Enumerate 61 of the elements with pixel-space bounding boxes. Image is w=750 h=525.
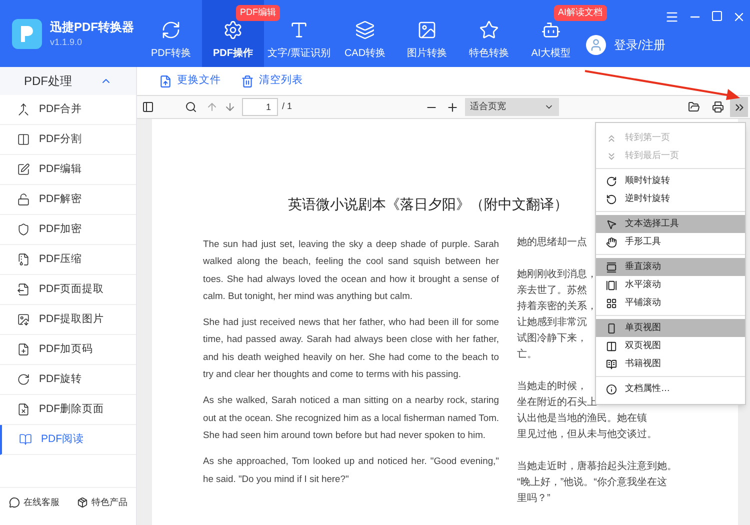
nav-tab[interactable]: 特色转换 [458,20,520,67]
sidebar-item[interactable]: PDF分割 [0,125,136,155]
menu-item[interactable]: 手形工具 [596,233,745,251]
english-paragraph: She had just received news that her father, who had been ill for some time, had passed away. Sarah had always been close with her father, and his death weighed heavily on her. She had come to the beach to try and clear her thoughts and come to terms with his passing. [203,315,499,382]
sidebar-item[interactable]: PDF解密 [0,185,136,215]
menu-item[interactable]: 顺时针旋转 [596,172,745,190]
menu-item[interactable]: 书籍视图 [596,355,745,373]
chinese-text-line: 里见过他，但从未与他交谈过。 [517,428,657,442]
chinese-text-line: 坐在附近的石头上 [517,396,597,410]
app-version: v1.1.9.0 [50,36,84,49]
sidebar-item[interactable]: PDF压缩 [0,245,136,275]
chinese-text-line: 当她走的时候， [517,380,587,394]
menu-item[interactable]: 垂直滚动 [596,258,745,276]
menu-item[interactable]: 水平滚动 [596,276,745,294]
nav-tab[interactable]: 图片转换 [396,20,458,67]
sidebar-item[interactable]: PDF提取图片 [0,305,136,335]
english-paragraph: As she walked, Sarah noticed a man sitting on a nearby rock, staring out at the ocean. She recognized him as a local fisherman named Tom. She had seen him around town before but had never spoken to him. [203,393,499,442]
products-link[interactable]: 特色产品 [76,496,128,510]
nav-tab[interactable]: CAD转换 [334,20,396,67]
english-paragraph: As she approached, Tom looked up and noticed her. "Good evening," he said. "Do you mind if I sit here?" [203,454,499,486]
chinese-text-line: 亡。 [517,348,537,362]
chinese-text-line: 她的思绪却一点 [517,236,587,250]
chinese-text-line: 试图冷静下来， [517,332,587,346]
chinese-text-line: 持着亲密的关系， [517,300,597,314]
nav-tab[interactable]: 文字/票证识别 [264,20,334,67]
sidebar-item[interactable]: PDF删除页面 [0,395,136,425]
sidebar-item[interactable]: PDF旋转 [0,365,136,395]
nav-badge: PDF编辑 [236,5,280,20]
menu-item[interactable]: 单页视图 [596,319,745,337]
nav-tab[interactable]: AI大模型 [520,20,582,67]
chinese-text-line: “晚上好，”他说。“你介意我坐在这 [517,476,667,490]
chinese-text-line: 她刚刚收到消息， [517,268,597,282]
login-link[interactable]: 登录/注册 [614,36,666,54]
sidebar-item[interactable]: PDF编辑 [0,155,136,185]
chinese-text-line: 里吗？” [517,492,550,506]
english-paragraph: The sun had just set, leaving the sky a deep shade of purple. Sarah walked along the beach, feeling the cool sand squish between her toes. She had always loved the ocean and how it brought a sense of calm. But tonight, her mind was anything but calm. [203,237,499,303]
sidebar-item[interactable]: PDF加页码 [0,335,136,365]
menu-item[interactable]: 逆时针旋转 [596,190,745,208]
sidebar-item[interactable]: PDF页面提取 [0,275,136,305]
sidebar-item[interactable]: PDF加密 [0,215,136,245]
sidebar-item[interactable]: PDF合并 [0,95,136,125]
menu-item[interactable]: 平铺滚动 [596,294,745,312]
page-total: / 1 [282,100,292,114]
page-number-field[interactable]: 1 [242,98,278,116]
menu-item[interactable]: 双页视图 [596,337,745,355]
clear-list-button[interactable]: 清空列表 [241,73,303,89]
document-title: 英语微小说剧本《落日夕阳》（附中文翻译） [288,195,568,214]
chinese-text-line: 当她走近时，唐慕抬起头注意到她。 [517,460,677,474]
support-link[interactable]: 在线客服 [8,496,60,510]
replace-file-button[interactable]: 更换文件 [159,73,221,89]
zoom-select[interactable]: 适合页宽 [465,98,559,116]
nav-tab[interactable]: PDF操作 [202,20,264,67]
menu-item[interactable]: 文本选择工具 [596,215,745,233]
app-name: 迅捷PDF转换器 [50,18,134,36]
chinese-text-line: 亲去世了。苏然 [517,284,587,298]
chinese-text-line: 认出他是当地的渔民。她在镇 [517,412,647,426]
nav-tab[interactable]: PDF转换 [140,20,202,67]
nav-badge: AI解读文档 [554,5,607,20]
menu-item[interactable]: 文档属性… [596,380,745,398]
sidebar-header[interactable]: PDF处理 [0,67,136,95]
chinese-text-line: 让她感到非常沉 [517,316,587,330]
